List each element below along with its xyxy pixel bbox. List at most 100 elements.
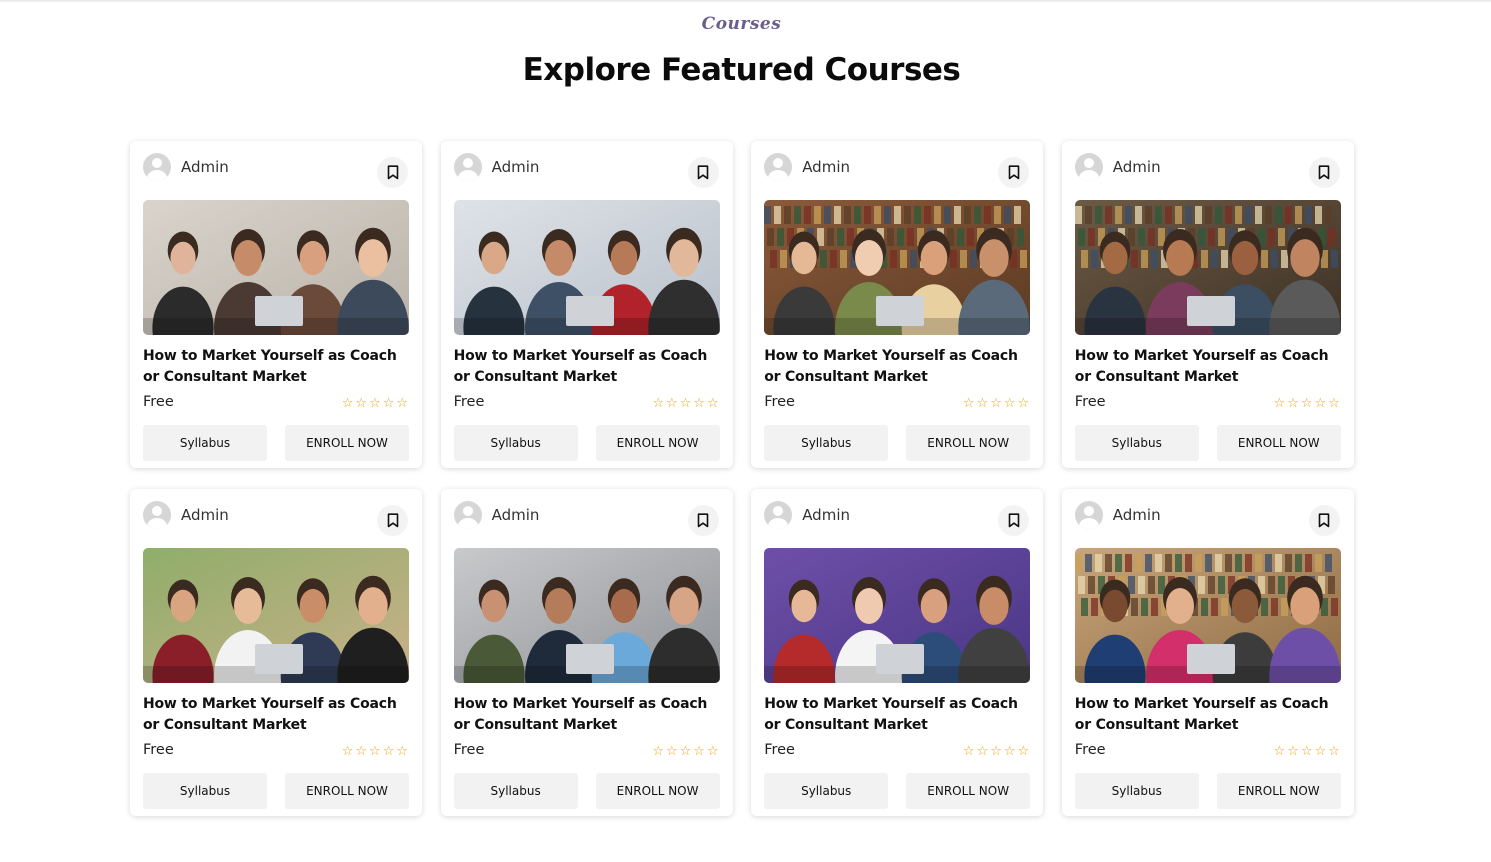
course-thumbnail[interactable] <box>1074 548 1341 683</box>
section-eyebrow: Courses <box>701 14 782 34</box>
enroll-now-button[interactable]: ENROLL NOW <box>1216 425 1341 461</box>
card-actions: Syllabus ENROLL NOW <box>143 425 409 461</box>
course-meta: Free ☆ ☆ ☆ ☆ ☆ <box>1075 392 1341 412</box>
course-thumbnail[interactable] <box>1074 200 1341 335</box>
course-meta: Free ☆ ☆ ☆ ☆ ☆ <box>454 392 720 412</box>
star-outline-icon: ☆ <box>693 394 705 410</box>
course-card: Admin How to Market Yourself as Coach or… <box>751 489 1044 816</box>
user-avatar-icon <box>453 500 482 529</box>
enroll-now-button[interactable]: ENROLL NOW <box>595 773 720 809</box>
star-outline-icon: ☆ <box>976 742 989 758</box>
syllabus-button[interactable]: Syllabus <box>764 773 889 809</box>
star-outline-icon: ☆ <box>693 742 705 758</box>
card-actions: Syllabus ENROLL NOW <box>453 773 720 809</box>
user-avatar-icon <box>143 152 171 181</box>
rating-stars: ☆ ☆ ☆ ☆ ☆ <box>1274 396 1341 409</box>
course-title[interactable]: How to Market Yourself as Coach or Consu… <box>1075 346 1341 388</box>
enroll-now-button[interactable]: ENROLL NOW <box>285 425 409 461</box>
star-outline-icon: ☆ <box>396 394 408 410</box>
card-actions: Syllabus ENROLL NOW <box>143 773 409 809</box>
course-card: Admin How to Market Yourself as Coach or… <box>1061 141 1354 468</box>
course-title[interactable]: How to Market Yourself as Coach or Consu… <box>1075 694 1341 736</box>
syllabus-button[interactable]: Syllabus <box>453 773 578 809</box>
top-shadow <box>0 0 1491 3</box>
enroll-now-button[interactable]: ENROLL NOW <box>1216 773 1341 809</box>
course-title[interactable]: How to Market Yourself as Coach or Consu… <box>764 694 1030 736</box>
course-photo <box>764 548 1031 683</box>
author-name[interactable]: Admin <box>492 158 540 176</box>
syllabus-button[interactable]: Syllabus <box>1074 425 1199 461</box>
author-name[interactable]: Admin <box>1113 506 1161 524</box>
course-thumbnail[interactable] <box>764 200 1031 335</box>
user-avatar-icon <box>1074 500 1103 529</box>
bookmark-icon <box>1008 513 1019 528</box>
bookmark-button[interactable] <box>998 157 1030 188</box>
star-outline-icon: ☆ <box>665 394 678 410</box>
star-outline-icon: ☆ <box>990 742 1002 758</box>
bookmark-button[interactable] <box>1308 505 1340 536</box>
card-header: Admin <box>764 500 1030 536</box>
course-title[interactable]: How to Market Yourself as Coach or Consu… <box>764 346 1030 388</box>
bookmark-button[interactable] <box>998 505 1030 536</box>
author-name[interactable]: Admin <box>1113 158 1161 176</box>
course-meta: Free ☆ ☆ ☆ ☆ ☆ <box>454 740 720 760</box>
bookmark-button[interactable] <box>687 157 719 188</box>
bookmark-button[interactable] <box>377 157 408 188</box>
course-price: Free <box>453 742 485 758</box>
course-thumbnail[interactable] <box>143 200 409 335</box>
course-title[interactable]: How to Market Yourself as Coach or Consu… <box>454 346 720 388</box>
bookmark-icon <box>697 165 709 180</box>
course-title[interactable]: How to Market Yourself as Coach or Consu… <box>454 694 720 736</box>
rating-stars: ☆ ☆ ☆ ☆ ☆ <box>652 744 719 757</box>
course-photo <box>1074 200 1341 335</box>
user-avatar-icon <box>453 152 482 181</box>
bookmark-button[interactable] <box>1308 157 1340 188</box>
star-outline-icon: ☆ <box>341 742 354 758</box>
bookmark-button[interactable] <box>687 505 719 536</box>
course-thumbnail[interactable] <box>764 548 1031 683</box>
author-name[interactable]: Admin <box>492 506 540 524</box>
course-photo <box>453 200 720 335</box>
course-card: Admin How to Market Yourself as Coach or… <box>751 141 1044 468</box>
author-name[interactable]: Admin <box>802 506 850 524</box>
star-outline-icon: ☆ <box>1300 742 1313 758</box>
course-thumbnail[interactable] <box>453 200 720 335</box>
star-outline-icon: ☆ <box>355 742 368 758</box>
bookmark-icon <box>1318 165 1330 180</box>
author-name[interactable]: Admin <box>802 158 850 176</box>
star-outline-icon: ☆ <box>679 394 692 410</box>
course-price: Free <box>764 394 795 410</box>
rating-stars: ☆ ☆ ☆ ☆ ☆ <box>342 396 409 409</box>
course-meta: Free ☆ ☆ ☆ ☆ ☆ <box>764 740 1030 760</box>
card-actions: Syllabus ENROLL NOW <box>453 425 720 461</box>
course-price: Free <box>453 394 485 410</box>
course-photo <box>764 200 1031 335</box>
enroll-now-button[interactable]: ENROLL NOW <box>906 773 1031 809</box>
star-outline-icon: ☆ <box>1314 742 1327 758</box>
course-title[interactable]: How to Market Yourself as Coach or Consu… <box>143 694 409 736</box>
star-outline-icon: ☆ <box>1003 742 1016 758</box>
enroll-now-button[interactable]: ENROLL NOW <box>595 425 720 461</box>
author-name[interactable]: Admin <box>181 158 229 176</box>
enroll-now-button[interactable]: ENROLL NOW <box>906 425 1031 461</box>
rating-stars: ☆ ☆ ☆ ☆ ☆ <box>963 744 1030 757</box>
course-price: Free <box>143 394 174 410</box>
syllabus-button[interactable]: Syllabus <box>453 425 578 461</box>
syllabus-button[interactable]: Syllabus <box>143 425 267 461</box>
syllabus-button[interactable]: Syllabus <box>1074 773 1199 809</box>
syllabus-button[interactable]: Syllabus <box>764 425 889 461</box>
star-outline-icon: ☆ <box>1003 394 1016 410</box>
syllabus-button[interactable]: Syllabus <box>143 773 267 809</box>
section-heading: Explore Featured Courses <box>522 52 961 88</box>
enroll-now-button[interactable]: ENROLL NOW <box>285 773 409 809</box>
bookmark-button[interactable] <box>377 505 408 536</box>
course-title[interactable]: How to Market Yourself as Coach or Consu… <box>143 346 409 388</box>
course-thumbnail[interactable] <box>143 548 409 683</box>
course-thumbnail[interactable] <box>453 548 720 683</box>
star-outline-icon: ☆ <box>679 742 692 758</box>
rating-stars: ☆ ☆ ☆ ☆ ☆ <box>963 396 1030 409</box>
card-header: Admin <box>1074 500 1341 536</box>
star-outline-icon: ☆ <box>382 394 395 410</box>
star-outline-icon: ☆ <box>1287 394 1299 410</box>
author-name[interactable]: Admin <box>181 506 229 524</box>
